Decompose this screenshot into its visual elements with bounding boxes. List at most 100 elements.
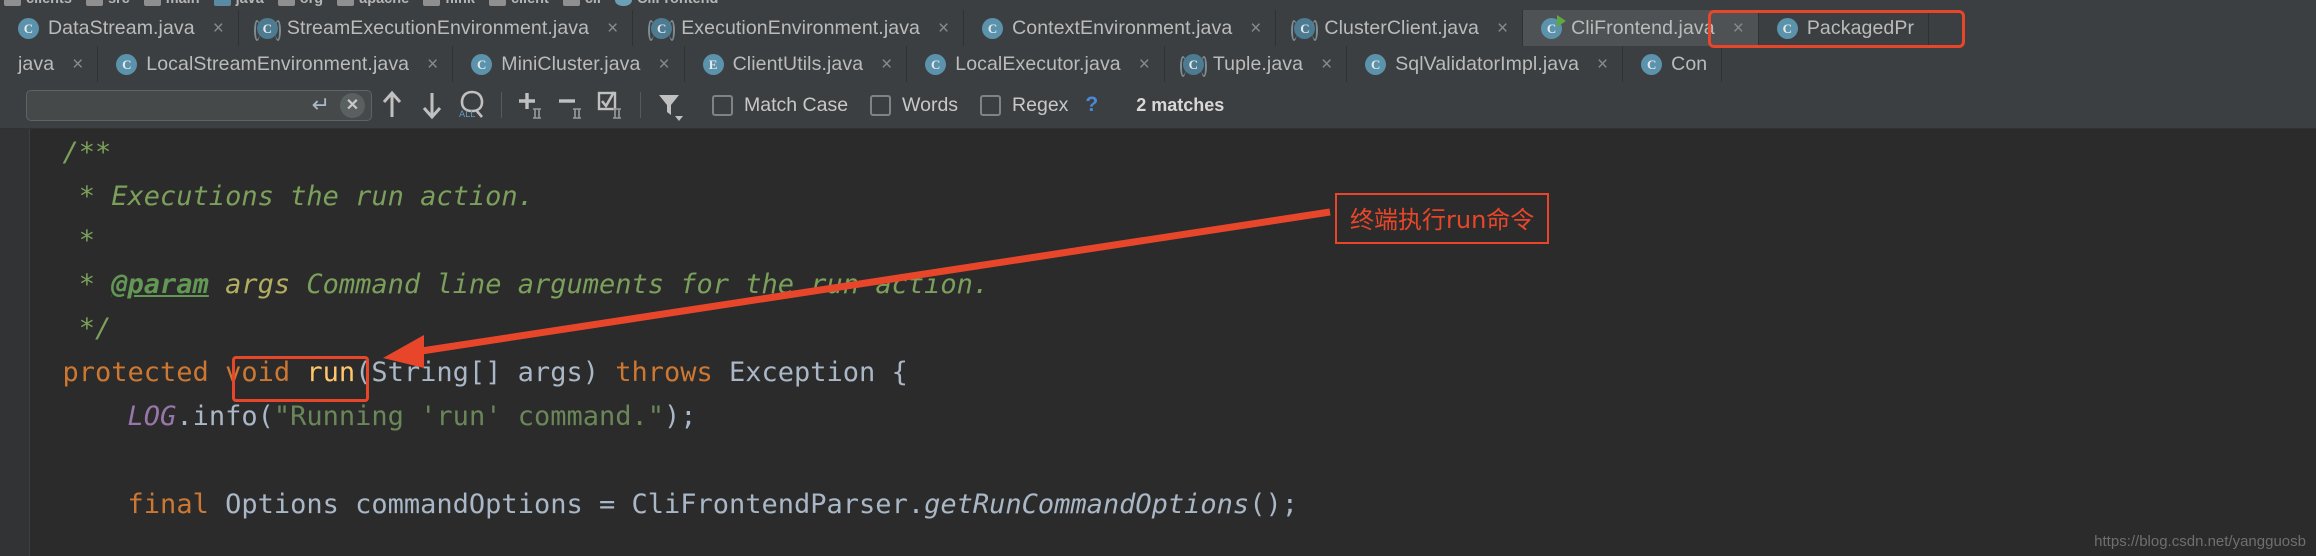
regex-option[interactable]: Regex	[980, 94, 1068, 117]
breadcrumb-item-java[interactable]: java	[210, 0, 274, 10]
editor-tab-label: java	[18, 52, 55, 75]
close-tab-icon[interactable]: ×	[658, 55, 669, 74]
code-editor[interactable]: /** * Executions the run action. * * @pa…	[0, 129, 2316, 556]
close-tab-icon[interactable]: ×	[213, 19, 224, 38]
code-line: * @param args Command line arguments for…	[30, 263, 1298, 307]
editor-tab-label: StreamExecutionEnvironment.java	[286, 16, 590, 39]
breadcrumb-item-apache[interactable]: apache	[333, 0, 419, 10]
editor-tab[interactable]: C PackagedPr	[1758, 10, 1930, 46]
editor-tab[interactable]: C CliFrontend.java ×	[1523, 10, 1759, 46]
regex-checkbox[interactable]	[980, 94, 1002, 116]
search-input[interactable]: ↵ ✕	[26, 89, 372, 121]
match-case-option[interactable]: Match Case	[712, 94, 848, 117]
editor-tab-label: DataStream.java	[48, 16, 195, 39]
code-line: LOG.info("Running 'run' command.");	[30, 395, 1298, 439]
editor-tab-label: LocalStreamEnvironment.java	[146, 52, 410, 75]
breadcrumb-item-client[interactable]: client	[485, 0, 559, 10]
folder-icon	[337, 0, 355, 6]
breadcrumb-label: CliFrontend	[637, 0, 718, 7]
select-all-occurrences-icon[interactable]: ALL	[452, 85, 492, 125]
close-tab-icon[interactable]: ×	[1321, 55, 1332, 74]
close-tab-icon[interactable]: ×	[72, 55, 83, 74]
editor-tab[interactable]: C LocalExecutor.java ×	[907, 46, 1165, 82]
breadcrumb-item-cli[interactable]: cli	[559, 0, 611, 10]
source-code: /** * Executions the run action. * * @pa…	[30, 129, 1298, 527]
words-option[interactable]: Words	[870, 94, 958, 117]
code-token: Exception {	[729, 357, 908, 388]
remove-selection-icon[interactable]	[551, 85, 591, 125]
breadcrumb-item-src[interactable]: src	[82, 0, 140, 10]
runnable-class-icon: C	[1541, 14, 1567, 39]
code-line: protected void run(String[] args) throws…	[30, 351, 1298, 395]
find-next-button[interactable]	[412, 85, 452, 125]
breadcrumb-label: apache	[359, 0, 409, 7]
breadcrumb-item-main[interactable]: main	[140, 0, 210, 10]
regex-help-link[interactable]: ?	[1085, 93, 1098, 117]
add-selection-icon[interactable]	[511, 85, 551, 125]
toolbar-divider	[501, 92, 502, 118]
close-tab-icon[interactable]: ×	[1497, 19, 1508, 38]
find-previous-button[interactable]	[372, 85, 412, 125]
close-tab-icon[interactable]: ×	[1597, 55, 1608, 74]
breadcrumb-label: main	[166, 0, 200, 7]
editor-tab[interactable]: C ContextEnvironment.java ×	[964, 10, 1277, 46]
close-tab-icon[interactable]: ×	[1733, 19, 1744, 38]
close-tab-icon[interactable]: ×	[938, 19, 949, 38]
class-icon	[614, 0, 632, 6]
class-icon: C	[471, 53, 493, 75]
code-line: final Options commandOptions = CliFronte…	[30, 483, 1298, 527]
breadcrumb: clients src main java org apache flink client cl…	[0, 0, 2316, 10]
editor-tab[interactable]: C ClusterClient.java ×	[1276, 10, 1524, 46]
breadcrumb-item-clifrontend[interactable]: CliFrontend	[611, 0, 728, 10]
breadcrumb-label: client	[511, 0, 549, 7]
breadcrumb-label: clients	[26, 0, 72, 7]
clear-search-icon[interactable]: ✕	[340, 92, 365, 118]
abstract-class-icon: C	[1291, 17, 1319, 41]
editor-tab-label: ClusterClient.java	[1324, 16, 1480, 39]
class-icon: C	[116, 53, 138, 75]
editor-tab-row-1[interactable]: C DataStream.java × C StreamExecutionEnviron…	[0, 10, 2316, 46]
editor-tab-label: LocalExecutor.java	[955, 52, 1121, 75]
filter-icon[interactable]	[650, 85, 690, 125]
code-token: Command line arguments for the run actio…	[290, 269, 990, 300]
regex-label: Regex	[1012, 93, 1069, 116]
breadcrumb-item-clients[interactable]: clients	[0, 0, 82, 10]
class-icon: C	[1776, 17, 1798, 39]
code-token: LOG	[127, 401, 177, 432]
editor-tab[interactable]: C LocalStreamEnvironment.java ×	[98, 46, 454, 82]
editor-tab[interactable]: C Tuple.java ×	[1164, 46, 1348, 82]
editor-tab[interactable]: C MiniCluster.java ×	[453, 46, 685, 82]
close-tab-icon[interactable]: ×	[881, 55, 892, 74]
match-case-checkbox[interactable]	[712, 94, 733, 116]
select-all-carets-icon[interactable]	[591, 85, 631, 125]
class-icon: C	[1641, 53, 1663, 75]
close-tab-icon[interactable]: ×	[1139, 55, 1150, 74]
folder-icon	[562, 0, 580, 6]
editor-tab[interactable]: E ClientUtils.java ×	[684, 46, 908, 82]
editor-tab-row-2[interactable]: java × C LocalStreamEnvironment.java × C MiniC…	[0, 46, 2316, 82]
words-checkbox[interactable]	[870, 94, 892, 116]
code-token: (String[] args)	[355, 357, 616, 388]
editor-tab[interactable]: C ExecutionEnvironment.java ×	[633, 10, 965, 46]
breadcrumb-item-org[interactable]: org	[274, 0, 333, 10]
breadcrumb-item-flink[interactable]: flink	[419, 0, 485, 10]
folder-icon	[423, 0, 441, 6]
editor-tab-label: Con	[1671, 52, 1708, 75]
close-tab-icon[interactable]: ×	[607, 19, 618, 38]
close-tab-icon[interactable]: ×	[427, 55, 438, 74]
code-token: throws	[615, 357, 730, 388]
editor-tab[interactable]: C Con	[1623, 46, 1723, 82]
close-tab-icon[interactable]: ×	[1250, 19, 1261, 38]
code-token: *	[30, 225, 96, 256]
editor-tab[interactable]: C SqlValidatorImpl.java ×	[1347, 46, 1624, 82]
editor-tab[interactable]: C StreamExecutionEnvironment.java ×	[238, 10, 634, 46]
code-token: final	[127, 489, 226, 520]
editor-tab-label: Tuple.java	[1212, 52, 1304, 75]
class-icon: C	[982, 17, 1004, 39]
code-token: @param	[111, 269, 209, 300]
enter-icon[interactable]: ↵	[312, 94, 330, 116]
editor-tab[interactable]: C DataStream.java ×	[0, 10, 239, 46]
editor-tab[interactable]: java ×	[0, 46, 99, 82]
